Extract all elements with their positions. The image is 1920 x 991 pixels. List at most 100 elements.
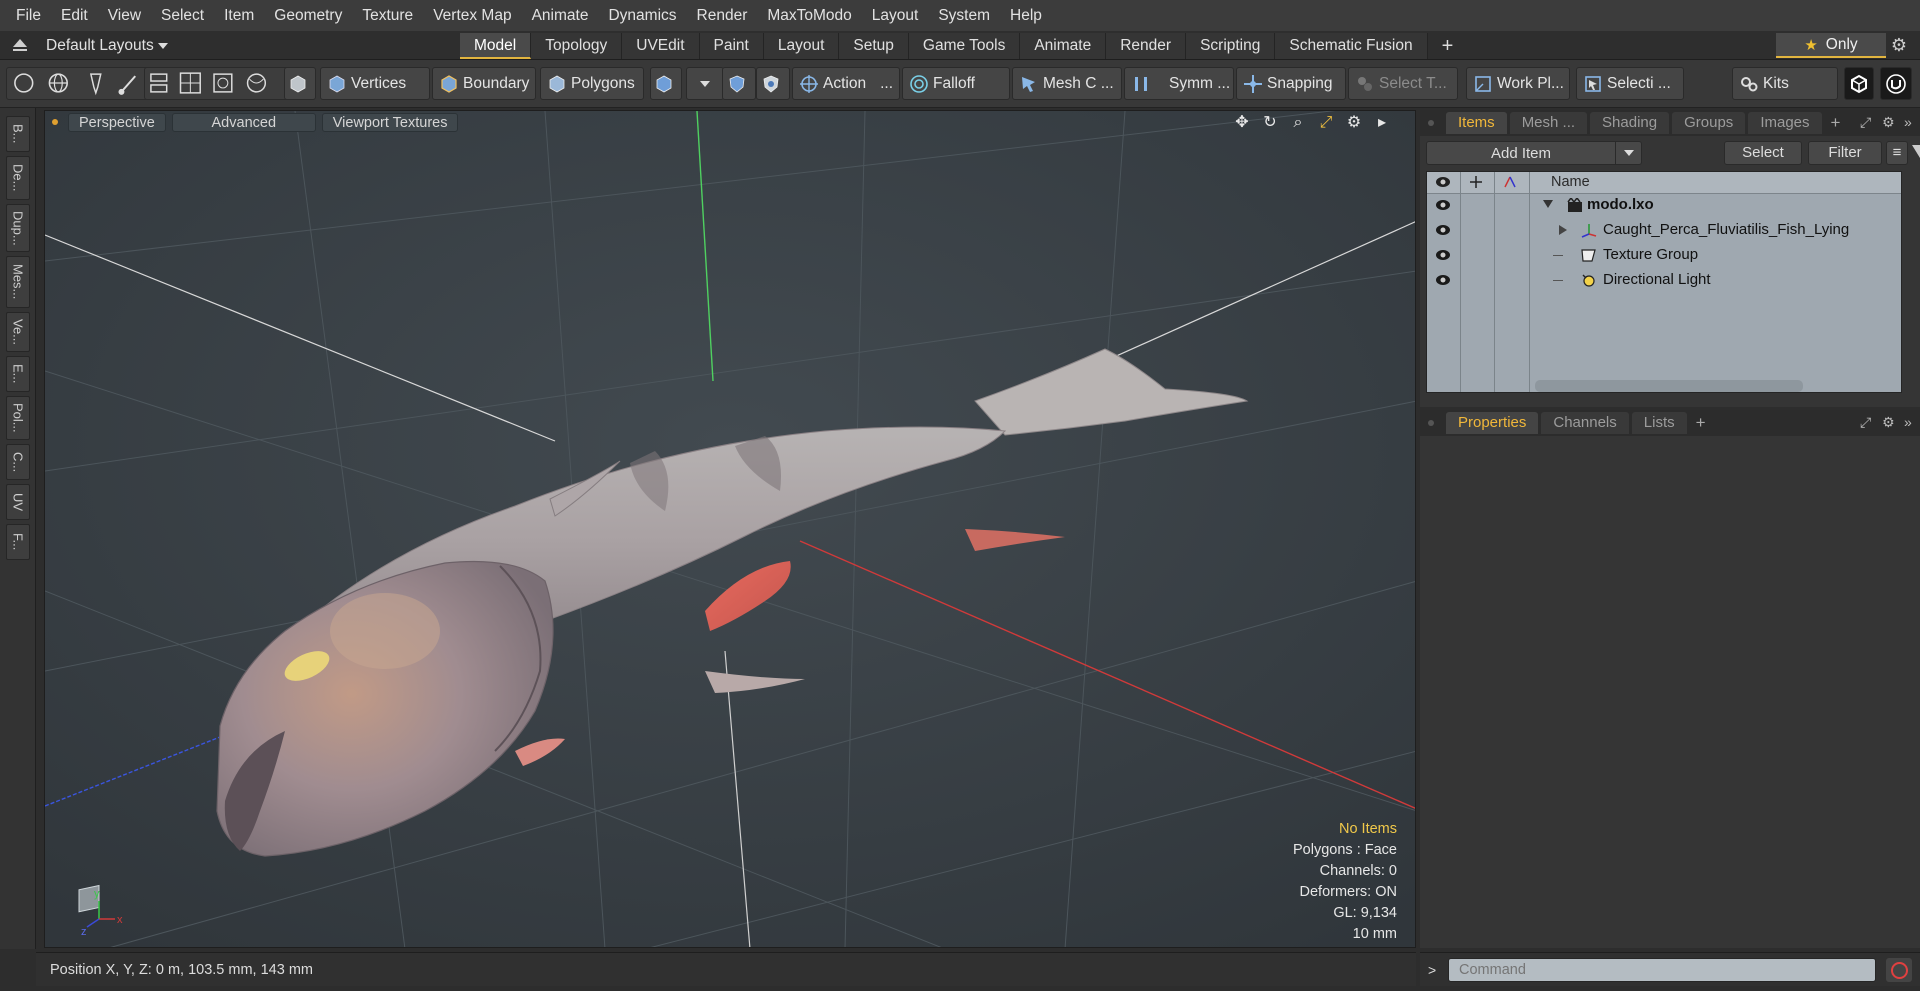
panel-chevrons-icon[interactable]: » — [1904, 114, 1912, 130]
tab-mesh-ops[interactable]: Mesh ... — [1509, 112, 1588, 134]
tab-images[interactable]: Images — [1748, 112, 1822, 134]
gear-icon[interactable]: ⚙ — [1888, 35, 1910, 57]
brush-icon[interactable] — [118, 75, 137, 95]
eye-icon[interactable] — [1435, 274, 1451, 286]
tab-render[interactable]: Render — [1106, 33, 1187, 59]
filter-button[interactable]: Filter — [1808, 141, 1882, 165]
menu-select[interactable]: Select — [151, 0, 214, 31]
expand-triangle-icon[interactable] — [1559, 225, 1567, 235]
expand-panel-icon[interactable]: ⤢ — [1860, 414, 1871, 431]
horizontal-scrollbar[interactable] — [1535, 380, 1803, 392]
add-panel-tab-button[interactable]: + — [1831, 113, 1841, 133]
vertices-button[interactable]: Vertices — [320, 67, 430, 100]
shield-left-button[interactable] — [722, 67, 756, 100]
add-tab-button[interactable]: + — [1428, 33, 1458, 59]
circle-select-icon[interactable] — [14, 73, 34, 93]
left-tab-vertex[interactable]: Ve... — [6, 312, 30, 352]
expand-panel-icon[interactable]: ⤢ — [1860, 114, 1871, 131]
polygons-button[interactable]: Polygons — [540, 67, 644, 100]
viewport-textures-button[interactable]: Viewport Textures — [321, 112, 459, 132]
funnel-icon[interactable] — [1912, 145, 1920, 158]
eye-icon[interactable] — [1435, 249, 1451, 261]
panel-menu-dot-icon[interactable] — [1428, 420, 1434, 426]
left-tab-fusion[interactable]: F... — [6, 524, 30, 560]
advanced-button[interactable]: Advanced — [171, 112, 316, 132]
falloff-button[interactable]: Falloff — [902, 67, 1010, 100]
command-input[interactable] — [1448, 958, 1876, 982]
left-tab-uv[interactable]: UV — [6, 484, 30, 520]
align-icon[interactable] — [150, 73, 168, 93]
tab-layout[interactable]: Layout — [763, 33, 840, 59]
pen-icon[interactable] — [89, 73, 102, 96]
tab-setup[interactable]: Setup — [839, 33, 909, 59]
selection-sets-button[interactable]: Selecti ... — [1576, 67, 1684, 100]
expand-triangle-icon[interactable] — [1543, 200, 1553, 208]
panel-gear-icon[interactable]: ⚙ — [1882, 414, 1895, 431]
menu-system[interactable]: System — [928, 0, 1000, 31]
left-tab-mesh-edit[interactable]: Mes... — [6, 256, 30, 308]
menu-geometry[interactable]: Geometry — [264, 0, 352, 31]
unreal-button[interactable] — [1880, 67, 1912, 100]
zoom-icon[interactable]: ⌕ — [1287, 114, 1309, 132]
tab-paint[interactable]: Paint — [699, 33, 764, 59]
tab-uvedit[interactable]: UVEdit — [622, 33, 700, 59]
viewport-settings-icon[interactable]: ⚙ — [1343, 114, 1365, 132]
perspective-button[interactable]: Perspective — [68, 112, 166, 132]
shield-right-button[interactable] — [756, 67, 790, 100]
tab-lists[interactable]: Lists — [1631, 412, 1687, 434]
mesh-constraint-button[interactable]: Mesh C ... — [1012, 67, 1122, 100]
panel-chevrons-icon[interactable]: » — [1904, 414, 1912, 430]
left-tab-duplicate[interactable]: Dup... — [6, 204, 30, 252]
eye-icon[interactable] — [1435, 224, 1451, 236]
add-panel-tab-button[interactable]: + — [1696, 413, 1706, 433]
work-plane-button[interactable]: Work Pl... — [1466, 67, 1570, 100]
left-tab-curve[interactable]: C... — [6, 444, 30, 480]
boundary-button[interactable]: Boundary — [432, 67, 536, 100]
menu-help[interactable]: Help — [1000, 0, 1052, 31]
layout-select-dropdown[interactable]: Default Layouts — [46, 31, 168, 60]
item-mode-button[interactable] — [284, 67, 316, 100]
select-through-button[interactable]: Select T... — [1348, 67, 1458, 100]
command-history-icon[interactable]: > — [1428, 962, 1436, 978]
viewport-menu-dot-icon[interactable] — [52, 119, 58, 125]
3d-viewport[interactable]: y x z Perspective Advanced Viewport Text… — [44, 110, 1416, 948]
tab-channels[interactable]: Channels — [1541, 412, 1629, 434]
kits-button[interactable]: Kits — [1732, 67, 1838, 100]
left-tab-basic[interactable]: B... — [6, 116, 30, 152]
list-options-icon[interactable]: ≡ — [1886, 141, 1908, 165]
pan-icon[interactable]: ✥ — [1231, 114, 1253, 132]
menu-edit[interactable]: Edit — [51, 0, 98, 31]
menu-item[interactable]: Item — [214, 0, 264, 31]
tab-topology[interactable]: Topology — [531, 33, 623, 59]
material-mode-button[interactable] — [650, 67, 682, 100]
menu-texture[interactable]: Texture — [352, 0, 423, 31]
left-tab-edge[interactable]: E... — [6, 356, 30, 392]
symmetry-button[interactable]: Symm ... — [1124, 67, 1234, 100]
select-button[interactable]: Select — [1724, 141, 1802, 165]
tab-scripting[interactable]: Scripting — [1186, 33, 1276, 59]
tab-properties[interactable]: Properties — [1446, 412, 1539, 434]
collapse-up-icon[interactable] — [12, 38, 28, 52]
tab-animate[interactable]: Animate — [1020, 33, 1107, 59]
tab-shading[interactable]: Shading — [1590, 112, 1670, 134]
tab-items[interactable]: Items — [1446, 112, 1507, 134]
snapping-button[interactable]: Snapping — [1236, 67, 1346, 100]
menu-dynamics[interactable]: Dynamics — [598, 0, 686, 31]
left-tab-deform[interactable]: De... — [6, 156, 30, 200]
menu-file[interactable]: File — [6, 0, 51, 31]
left-tab-polygon[interactable]: Pol... — [6, 396, 30, 440]
tab-model[interactable]: Model — [460, 33, 532, 59]
maximize-icon[interactable]: ⤢ — [1315, 114, 1337, 132]
name-column-header[interactable]: Name — [1551, 174, 1590, 190]
globe-icon[interactable] — [48, 73, 68, 93]
unity-button[interactable] — [1844, 67, 1874, 100]
tree-row-scene[interactable]: modo.lxo — [1427, 195, 1901, 216]
sphere-icon[interactable] — [246, 73, 267, 93]
eye-icon[interactable] — [1435, 199, 1451, 211]
tree-row-texture-group[interactable]: Texture Group — [1427, 245, 1901, 266]
panel-menu-dot-icon[interactable] — [1428, 120, 1434, 126]
tab-schematic-fusion[interactable]: Schematic Fusion — [1275, 33, 1428, 59]
tree-row-light[interactable]: Directional Light — [1427, 270, 1901, 291]
menu-maxtomodo[interactable]: MaxToModo — [757, 0, 861, 31]
add-item-dropdown[interactable]: Add Item — [1426, 141, 1642, 165]
